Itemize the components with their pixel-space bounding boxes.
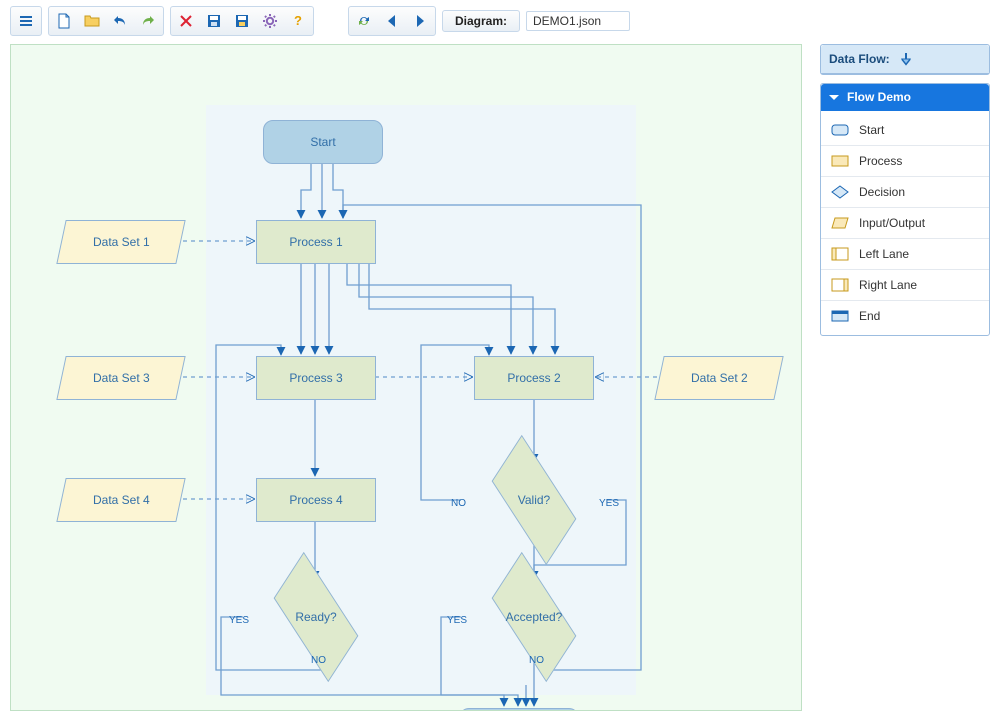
decision-tag-no: NO xyxy=(311,655,326,666)
node-start[interactable]: Start xyxy=(263,120,383,164)
process-shape-icon xyxy=(831,154,849,168)
svg-text:?: ? xyxy=(294,13,302,28)
file-group xyxy=(48,6,164,36)
node-decision-ready[interactable]: Ready? YES NO xyxy=(241,581,391,653)
palette-item-process[interactable]: Process xyxy=(821,146,989,177)
palette-item-label: Decision xyxy=(859,185,905,199)
palette-item-label: Start xyxy=(859,123,884,137)
caret-down-icon xyxy=(829,95,839,100)
settings-icon[interactable] xyxy=(257,9,283,33)
arrow-down-icon xyxy=(898,51,914,67)
node-label: Valid? xyxy=(518,493,550,507)
toolbar: ? Diagram: DEMO1.json xyxy=(10,6,995,36)
palette-list: Start Process Decision Input/Output Left… xyxy=(821,111,989,335)
node-decision-valid[interactable]: Valid? NO YES xyxy=(459,464,609,536)
node-data-2[interactable]: Data Set 2 xyxy=(654,356,783,400)
node-label: Data Set 4 xyxy=(93,493,150,507)
palette-group-header[interactable]: Flow Demo xyxy=(821,84,989,111)
leftlane-shape-icon xyxy=(831,247,849,261)
help-icon[interactable]: ? xyxy=(285,9,311,33)
nav-group xyxy=(348,6,436,36)
next-icon[interactable] xyxy=(407,9,433,33)
palette-item-rightlane[interactable]: Right Lane xyxy=(821,270,989,301)
node-label: Process 2 xyxy=(507,371,560,385)
palette-group: Flow Demo Start Process Decision Input/ xyxy=(820,83,990,336)
node-label: Ready? xyxy=(295,610,336,624)
palette-item-label: Process xyxy=(859,154,902,168)
node-end[interactable]: End xyxy=(459,708,579,711)
menu-group xyxy=(10,6,42,36)
new-file-icon[interactable] xyxy=(51,9,77,33)
palette-group-title: Flow Demo xyxy=(847,90,911,104)
node-data-4[interactable]: Data Set 4 xyxy=(56,478,185,522)
node-label: Accepted? xyxy=(506,610,563,624)
edit-group: ? xyxy=(170,6,314,36)
diagram-label: Diagram: xyxy=(451,14,511,28)
decision-tag-yes: YES xyxy=(447,615,467,626)
node-data-1[interactable]: Data Set 1 xyxy=(56,220,185,264)
decision-shape-icon xyxy=(831,185,849,199)
node-label: Data Set 1 xyxy=(93,235,150,249)
refresh-icon[interactable] xyxy=(351,9,377,33)
delete-icon[interactable] xyxy=(173,9,199,33)
dataflow-header[interactable]: Data Flow: xyxy=(821,45,989,74)
decision-tag-no: NO xyxy=(529,655,544,666)
palette-item-label: Right Lane xyxy=(859,278,917,292)
menu-icon[interactable] xyxy=(13,9,39,33)
diagram-label-group: Diagram: xyxy=(442,10,520,32)
palette-item-leftlane[interactable]: Left Lane xyxy=(821,239,989,270)
palette: Data Flow: Flow Demo Start Process xyxy=(820,44,990,336)
palette-item-end[interactable]: End xyxy=(821,301,989,331)
node-data-3[interactable]: Data Set 3 xyxy=(56,356,185,400)
diagram-filename[interactable]: DEMO1.json xyxy=(526,11,630,31)
node-label: Data Set 2 xyxy=(691,371,748,385)
save-icon[interactable] xyxy=(201,9,227,33)
palette-item-label: End xyxy=(859,309,880,323)
node-label: Process 1 xyxy=(289,235,342,249)
palette-item-decision[interactable]: Decision xyxy=(821,177,989,208)
palette-item-io[interactable]: Input/Output xyxy=(821,208,989,239)
palette-item-label: Left Lane xyxy=(859,247,909,261)
decision-tag-no: NO xyxy=(451,498,466,509)
node-label: Process 3 xyxy=(289,371,342,385)
start-shape-icon xyxy=(831,123,849,137)
decision-tag-yes: YES xyxy=(599,498,619,509)
undo-icon[interactable] xyxy=(107,9,133,33)
node-process-3[interactable]: Process 3 xyxy=(256,356,376,400)
node-label: Data Set 3 xyxy=(93,371,150,385)
open-folder-icon[interactable] xyxy=(79,9,105,33)
end-shape-icon xyxy=(831,309,849,323)
main: Start Process 1 Process 3 Process 2 Proc… xyxy=(10,44,995,711)
rightlane-shape-icon xyxy=(831,278,849,292)
diagram-canvas[interactable]: Start Process 1 Process 3 Process 2 Proc… xyxy=(10,44,802,711)
node-label: Process 4 xyxy=(289,493,342,507)
node-process-2[interactable]: Process 2 xyxy=(474,356,594,400)
save-as-icon[interactable] xyxy=(229,9,255,33)
node-process-4[interactable]: Process 4 xyxy=(256,478,376,522)
palette-item-start[interactable]: Start xyxy=(821,115,989,146)
dataflow-label: Data Flow: xyxy=(829,52,890,66)
redo-icon[interactable] xyxy=(135,9,161,33)
prev-icon[interactable] xyxy=(379,9,405,33)
node-decision-accepted[interactable]: Accepted? YES NO xyxy=(459,581,609,653)
palette-item-label: Input/Output xyxy=(859,216,925,230)
decision-tag-yes: YES xyxy=(229,615,249,626)
node-process-1[interactable]: Process 1 xyxy=(256,220,376,264)
node-label: Start xyxy=(310,135,335,149)
io-shape-icon xyxy=(831,216,849,230)
